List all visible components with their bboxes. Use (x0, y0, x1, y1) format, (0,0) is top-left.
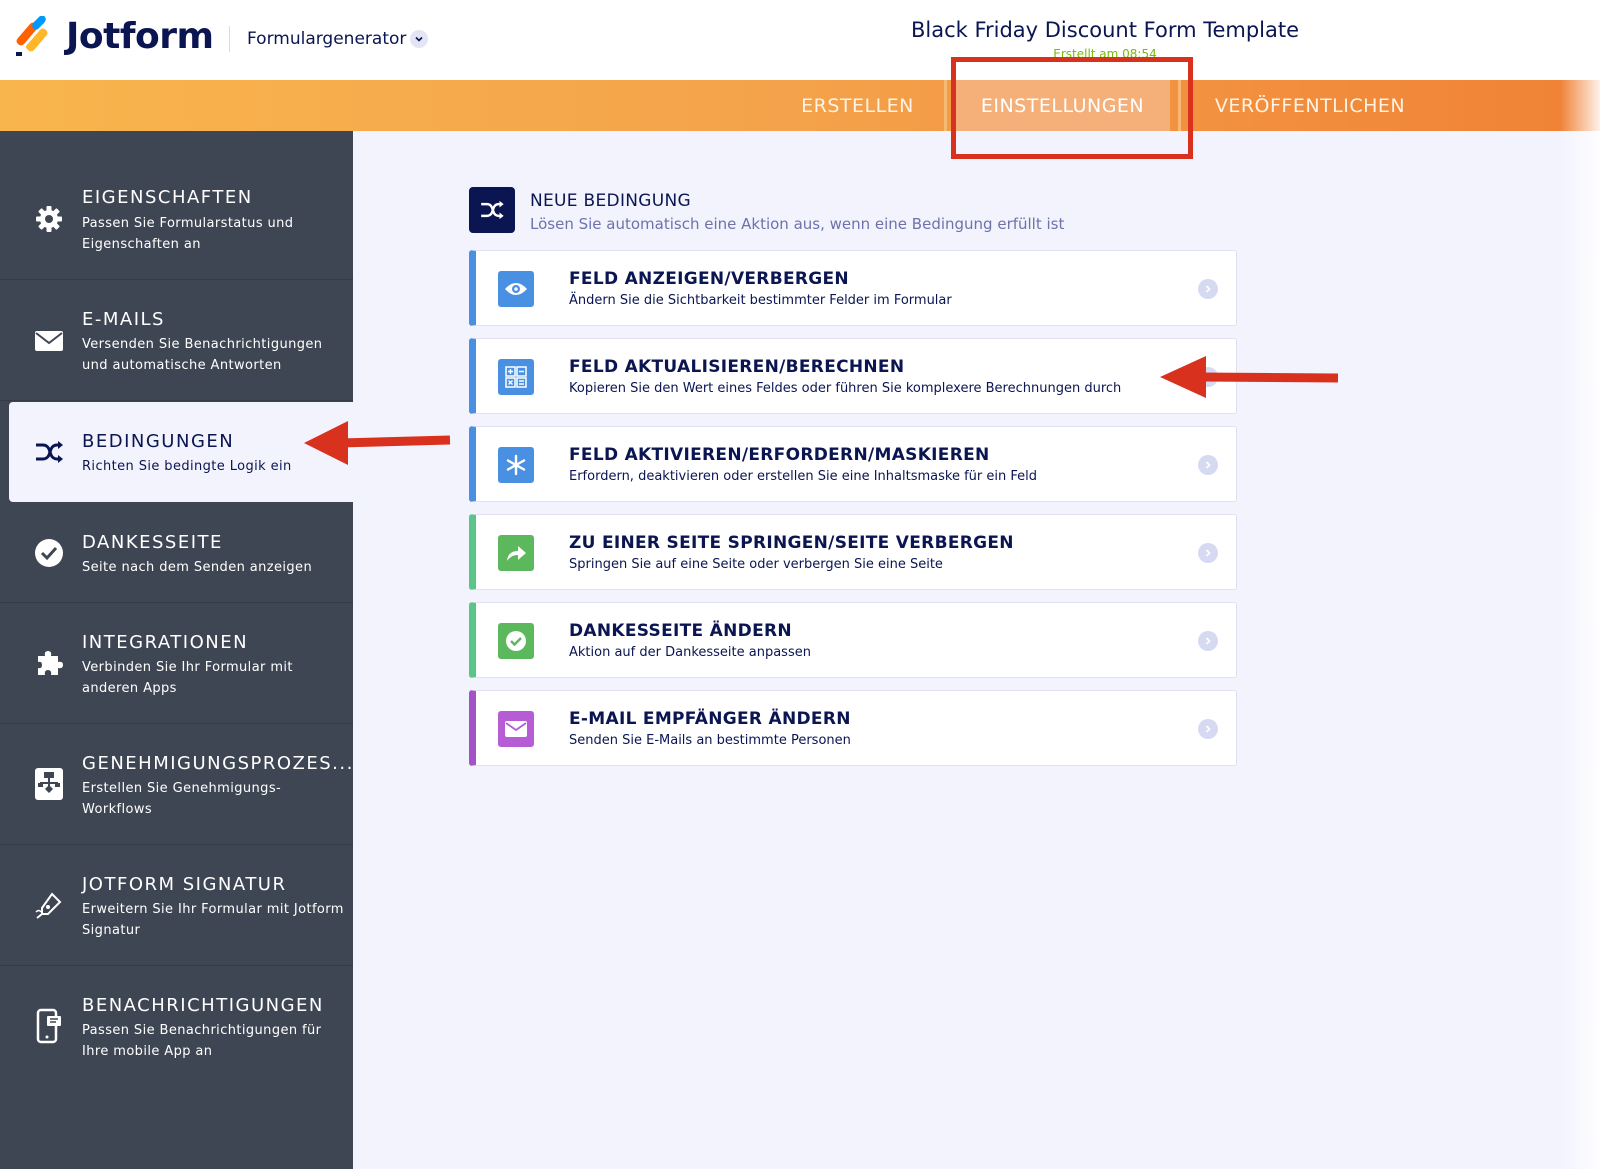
card-title: FELD ANZEIGEN/VERBERGEN (569, 269, 849, 289)
card-desc: Kopieren Sie den Wert eines Feldes oder … (569, 381, 1122, 396)
calculator-icon (498, 359, 534, 395)
sidebar-item-benachrichtigungen[interactable]: BENACHRICHTIGUNGEN Passen Sie Benachrich… (0, 966, 353, 1087)
card-desc: Erfordern, deaktivieren oder erstellen S… (569, 469, 1037, 484)
sidebar-item-desc: Verbinden Sie Ihr Formular mit anderen A… (82, 660, 293, 696)
condition-card-show-hide[interactable]: FELD ANZEIGEN/VERBERGEN Ändern Sie die S… (469, 250, 1237, 326)
nav-bar: ERSTELLEN EINSTELLUNGEN VERÖFFENTLICHEN (0, 80, 1600, 131)
chevron-right-icon[interactable] (1198, 719, 1218, 739)
nav-separator (944, 80, 947, 131)
sidebar-item-eigenschaften[interactable]: EIGENSCHAFTEN Passen Sie Formularstatus … (0, 131, 353, 280)
condition-card-skip-hide-page[interactable]: ZU EINER SEITE SPRINGEN/SEITE VERBERGEN … (469, 514, 1237, 590)
sidebar-item-title: GENEHMIGUNGSPROZES... (82, 753, 354, 774)
workflow-icon (33, 768, 65, 800)
check-circle-icon (498, 623, 534, 659)
settings-sidebar: EIGENSCHAFTEN Passen Sie Formularstatus … (0, 131, 353, 1169)
form-title[interactable]: Black Friday Discount Form Template (880, 18, 1330, 42)
card-title: ZU EINER SEITE SPRINGEN/SEITE VERBERGEN (569, 533, 1014, 553)
sidebar-item-title: DANKESSEITE (82, 532, 223, 553)
chevron-right-icon[interactable] (1198, 631, 1218, 651)
sidebar-item-title: EIGENSCHAFTEN (82, 187, 253, 208)
asterisk-icon (498, 447, 534, 483)
mobile-icon (33, 1008, 65, 1044)
condition-card-enable-require-mask[interactable]: FELD AKTIVIEREN/ERFORDERN/MASKIEREN Erfo… (469, 426, 1237, 502)
sidebar-item-title: INTEGRATIONEN (82, 632, 249, 653)
sidebar-item-desc: Seite nach dem Senden anzeigen (82, 560, 313, 575)
card-desc: Senden Sie E-Mails an bestimmte Personen (569, 733, 851, 748)
card-title: E-MAIL EMPFÄNGER ÄNDERN (569, 709, 851, 729)
shuffle-icon (469, 187, 515, 233)
chevron-right-icon[interactable] (1198, 543, 1218, 563)
sidebar-item-desc: Erstellen Sie Genehmigungs-Workflows (82, 781, 282, 817)
envelope-icon (498, 711, 534, 747)
right-edge-fade (1560, 80, 1600, 1169)
check-circle-icon (33, 537, 65, 569)
builder-dropdown-label[interactable]: Formulargenerator (247, 29, 406, 49)
sidebar-item-desc: Passen Sie Benachrichtigungen für Ihre m… (82, 1023, 322, 1059)
envelope-icon (33, 325, 65, 357)
condition-card-update-calculate[interactable]: FELD AKTUALISIEREN/BERECHNEN Kopieren Si… (469, 338, 1237, 414)
card-title: DANKESSEITE ÄNDERN (569, 621, 792, 641)
jotform-logo-icon[interactable] (14, 16, 50, 56)
card-desc: Aktion auf der Dankesseite anpassen (569, 645, 811, 660)
tab-veroeffentlichen[interactable]: VERÖFFENTLICHEN (1190, 80, 1430, 131)
card-title: FELD AKTIVIEREN/ERFORDERN/MASKIEREN (569, 445, 990, 465)
card-desc: Ändern Sie die Sichtbarkeit bestimmter F… (569, 293, 952, 308)
sidebar-item-emails[interactable]: E-MAILS Versenden Sie Benachrichtigungen… (0, 280, 353, 401)
condition-card-change-thankyou[interactable]: DANKESSEITE ÄNDERN Aktion auf der Dankes… (469, 602, 1237, 678)
new-condition-title: NEUE BEDINGUNG (530, 191, 691, 211)
chevron-right-icon[interactable] (1198, 279, 1218, 299)
annotation-arrow-left-icon (1160, 356, 1339, 398)
tab-erstellen[interactable]: ERSTELLEN (780, 80, 935, 131)
card-title: FELD AKTUALISIEREN/BERECHNEN (569, 357, 905, 377)
chevron-right-icon[interactable] (1198, 455, 1218, 475)
sidebar-item-integrationen[interactable]: INTEGRATIONEN Verbinden Sie Ihr Formular… (0, 603, 353, 724)
eye-icon (498, 271, 534, 307)
sidebar-item-title: E-MAILS (82, 309, 165, 330)
sidebar-item-title: BENACHRICHTIGUNGEN (82, 995, 324, 1016)
shuffle-icon (33, 436, 65, 468)
annotation-highlight-box (951, 57, 1193, 159)
sidebar-item-genehmigungsprozesse[interactable]: GENEHMIGUNGSPROZES... Erstellen Sie Gene… (0, 724, 353, 845)
puzzle-icon (33, 647, 65, 679)
sidebar-item-title: BEDINGUNGEN (82, 431, 235, 452)
new-condition-subtitle: Lösen Sie automatisch eine Aktion aus, w… (530, 215, 1065, 233)
sidebar-item-title: JOTFORM SIGNATUR (82, 874, 287, 895)
chevron-down-icon[interactable] (410, 30, 428, 48)
share-arrow-icon (498, 535, 534, 571)
condition-card-change-email-recipient[interactable]: E-MAIL EMPFÄNGER ÄNDERN Senden Sie E-Mai… (469, 690, 1237, 766)
sidebar-item-desc: Passen Sie Formularstatus und Eigenschaf… (82, 216, 294, 252)
sidebar-item-dankesseite[interactable]: DANKESSEITE Seite nach dem Senden anzeig… (0, 503, 353, 603)
header-divider (229, 26, 230, 52)
annotation-arrow-left-icon (304, 421, 451, 465)
logo-text[interactable]: Jotform (66, 16, 214, 57)
card-desc: Springen Sie auf eine Seite oder verberg… (569, 557, 943, 572)
pen-icon (33, 889, 65, 921)
top-header: Jotform Formulargenerator Black Friday D… (0, 0, 1600, 80)
sidebar-item-desc: Erweitern Sie Ihr Formular mit Jotform S… (82, 902, 344, 938)
sidebar-item-desc: Versenden Sie Benachrichtigungen und aut… (82, 337, 323, 373)
sidebar-item-jotform-signatur[interactable]: JOTFORM SIGNATUR Erweitern Sie Ihr Formu… (0, 845, 353, 966)
gear-icon (33, 203, 65, 235)
